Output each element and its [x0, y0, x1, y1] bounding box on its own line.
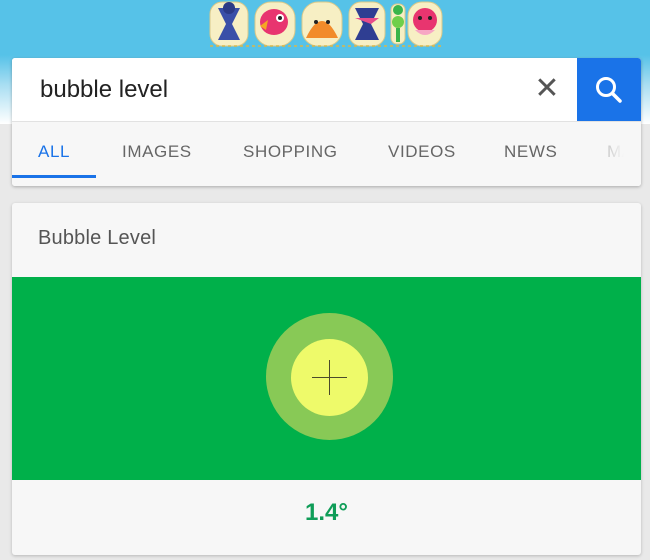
- tab-shopping[interactable]: SHOPPING: [243, 122, 338, 186]
- crosshair-icon: [312, 360, 347, 395]
- search-tabs: ALL IMAGES SHOPPING VIDEOS NEWS MA: [12, 122, 641, 186]
- search-bar: ✕: [12, 58, 641, 121]
- search-icon: [596, 77, 622, 103]
- bubble-level-card: Bubble Level 1.4°: [12, 203, 641, 555]
- tab-maps[interactable]: MA: [607, 122, 634, 186]
- card-title: Bubble Level: [38, 227, 157, 249]
- tab-videos[interactable]: VIDEOS: [388, 122, 456, 186]
- angle-readout: 1.4°: [305, 499, 348, 526]
- close-icon: ✕: [534, 72, 560, 105]
- search-button[interactable]: [577, 58, 641, 121]
- search-input[interactable]: [40, 72, 520, 108]
- tab-news[interactable]: NEWS: [504, 122, 557, 186]
- search-card: ✕ ALL IMAGES SHOPPING VIDEOS NEWS MA: [12, 58, 641, 186]
- tab-images[interactable]: IMAGES: [122, 122, 192, 186]
- doodle-logo[interactable]: [208, 0, 444, 50]
- level-display: [12, 277, 641, 480]
- active-tab-indicator: [12, 175, 96, 178]
- clear-search-button[interactable]: ✕: [529, 72, 565, 108]
